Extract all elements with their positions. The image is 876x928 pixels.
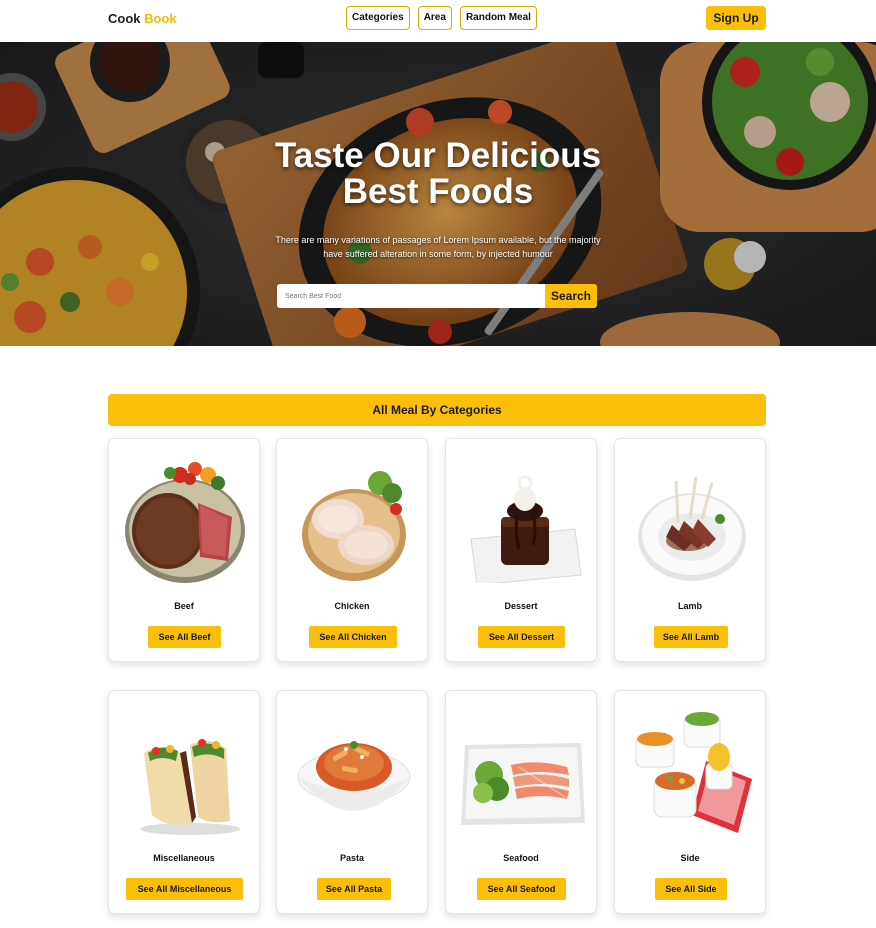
- dessert-image: [470, 475, 582, 583]
- beef-steak-image: [125, 462, 245, 583]
- see-all-pasta-button[interactable]: See All Pasta: [317, 878, 391, 900]
- see-all-lamb-button[interactable]: See All Lamb: [654, 626, 728, 648]
- category-card-dessert: Dessert See All Dessert: [445, 438, 597, 662]
- see-all-miscellaneous-button[interactable]: See All Miscellaneous: [126, 878, 243, 900]
- seafood-image: [461, 743, 585, 825]
- top-navbar: Cook Book Categories Area Random Meal Si…: [0, 0, 876, 42]
- category-name-chicken: Chicken: [334, 601, 370, 611]
- nav-links: Categories Area Random Meal: [346, 6, 537, 30]
- category-card-pasta: Pasta See All Pasta: [276, 690, 428, 914]
- see-all-seafood-button[interactable]: See All Seafood: [477, 878, 566, 900]
- see-all-chicken-button[interactable]: See All Chicken: [309, 626, 397, 648]
- section-title-bar: All Meal By Categories: [108, 394, 766, 426]
- lamb-image: [638, 476, 746, 581]
- category-name-seafood: Seafood: [503, 853, 539, 863]
- side-dishes-image: [635, 712, 752, 833]
- search-bar: Search: [277, 284, 597, 308]
- category-card-lamb: Lamb See All Lamb: [614, 438, 766, 662]
- category-name-miscellaneous: Miscellaneous: [153, 853, 215, 863]
- see-all-dessert-button[interactable]: See All Dessert: [478, 626, 565, 648]
- category-card-beef: Beef See All Beef: [108, 438, 260, 662]
- see-all-side-button[interactable]: See All Side: [655, 878, 727, 900]
- nav-link-area[interactable]: Area: [417, 6, 452, 30]
- brand-name-part2: Book: [144, 11, 177, 26]
- category-card-miscellaneous: Miscellaneous See All Miscellaneous: [108, 690, 260, 914]
- category-card-side: Side See All Side: [614, 690, 766, 914]
- hero-title: Taste Our Delicious Best Foods: [274, 136, 602, 211]
- nav-link-categories[interactable]: Categories: [346, 6, 410, 30]
- brand-logo[interactable]: Cook Book: [108, 11, 177, 26]
- brand-name-part1: Cook: [108, 11, 141, 26]
- hero-subtitle: There are many variations of passages of…: [275, 235, 601, 259]
- search-button[interactable]: Search: [545, 284, 597, 308]
- chicken-image: [302, 471, 406, 581]
- category-name-dessert: Dessert: [504, 601, 538, 611]
- category-name-side: Side: [680, 853, 700, 863]
- category-card-chicken: Chicken See All Chicken: [276, 438, 428, 662]
- signup-button[interactable]: Sign Up: [706, 6, 766, 30]
- pasta-image: [297, 741, 411, 811]
- see-all-beef-button[interactable]: See All Beef: [148, 626, 221, 648]
- category-name-pasta: Pasta: [339, 853, 365, 863]
- hero-banner: Taste Our Delicious Best Foods There are…: [0, 42, 876, 346]
- category-card-seafood: Seafood See All Seafood: [445, 690, 597, 914]
- category-name-beef: Beef: [174, 601, 194, 611]
- search-input[interactable]: [277, 284, 545, 308]
- tacos-image: [140, 739, 240, 835]
- category-name-lamb: Lamb: [677, 601, 702, 611]
- nav-link-random-meal[interactable]: Random Meal: [459, 6, 537, 30]
